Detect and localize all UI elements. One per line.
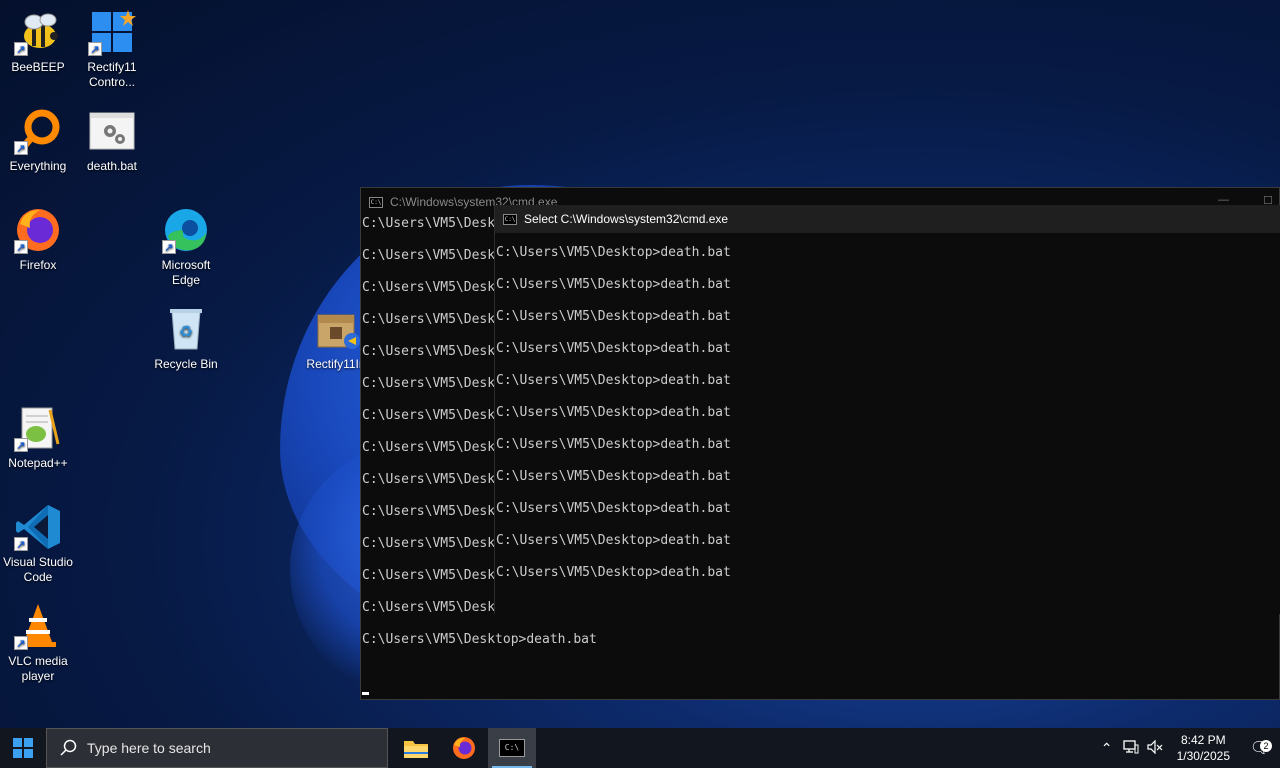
folder-icon — [404, 741, 428, 758]
console-line: C:\Users\VM5\Desktop>death.bat — [496, 469, 731, 484]
desktop-icon-label: Rectify11In — [306, 357, 366, 371]
console-line: C:\Users\VM5\Desktop>death.bat — [496, 277, 731, 292]
desktop-icon-rectify11-control[interactable]: ↗ Rectify11 Contro... — [74, 8, 150, 90]
console-cursor — [362, 692, 369, 695]
firefox-icon: ↗ — [14, 206, 62, 254]
console-line: C:\Users\VM5\Desktop>death.bat — [496, 405, 731, 420]
shortcut-arrow-icon: ↗ — [14, 537, 28, 551]
clock-date: 1/30/2025 — [1176, 749, 1230, 763]
shortcut-arrow-icon: ↗ — [14, 438, 28, 452]
desktop-icon-death-bat[interactable]: death.bat — [74, 107, 150, 174]
shortcut-arrow-icon: ↗ — [14, 240, 28, 254]
search-placeholder: Type here to search — [87, 740, 211, 756]
desktop-icon-label: death.bat — [86, 159, 138, 173]
console-line: C:\Users\VM5\Desktop>death.bat — [496, 533, 731, 548]
desktop-icon-label: Recycle Bin — [154, 357, 218, 371]
notification-count-badge: 2 — [1260, 740, 1272, 752]
console-line: C:\Users\VM5\Desktop>death.bat — [362, 632, 597, 647]
desktop-icon-vscode[interactable]: ↗ Visual Studio Code — [0, 503, 76, 585]
desktop-icon-vlc[interactable]: ↗ VLC media player — [0, 602, 76, 684]
system-tray: ⌃ 8:42 PM 1/30/2025 🗨 2 — [1095, 728, 1280, 768]
vscode-icon: ↗ — [14, 503, 62, 551]
desktop-icon-beebeep[interactable]: ↗ BeeBEEP — [0, 8, 76, 75]
clock-time: 8:42 PM — [1180, 733, 1226, 747]
vlc-cone-icon: ↗ — [14, 602, 62, 650]
bee-icon: ↗ — [14, 8, 62, 56]
desktop-icon-label: Notepad++ — [8, 456, 68, 470]
cmd-titlebar[interactable]: C:\ Select C:\Windows\system32\cmd.exe — [495, 205, 1280, 233]
taskbar-file-explorer[interactable] — [392, 728, 440, 768]
svg-text:♻: ♻ — [179, 324, 193, 341]
taskbar-firefox[interactable] — [440, 728, 488, 768]
volume-muted-icon[interactable] — [1143, 739, 1167, 757]
desktop-icon-label: Firefox — [19, 258, 57, 272]
taskbar-cmd[interactable]: C:\ — [488, 728, 536, 768]
windows-logo-icon — [13, 738, 33, 758]
console-line: C:\Users\VM5\Desktop>death.bat — [496, 245, 731, 260]
batch-file-icon — [88, 107, 136, 155]
search-icon — [60, 739, 77, 756]
shortcut-arrow-icon: ↗ — [14, 42, 28, 56]
installer-box-icon — [312, 305, 360, 353]
desktop-icon-everything[interactable]: ↗ Everything — [0, 107, 76, 174]
console-output: C:\Users\VM5\Desktop>death.bat C:\Users\V… — [495, 233, 1280, 597]
desktop-icon-label: VLC media player — [8, 654, 68, 683]
notification-center-button[interactable]: 🗨 2 — [1240, 738, 1280, 758]
chevron-up-icon[interactable]: ⌃ — [1095, 740, 1119, 757]
desktop-icon-firefox[interactable]: ↗ Firefox — [0, 206, 76, 273]
taskbar: Type here to search C:\ ⌃ 8:42 PM 1/30/2… — [0, 728, 1280, 768]
notepad-plus-plus-icon: ↗ — [14, 404, 62, 452]
cmd-window-front[interactable]: C:\ Select C:\Windows\system32\cmd.exe C… — [494, 205, 1280, 614]
desktop-icon-label: Visual Studio Code — [3, 555, 73, 584]
shortcut-arrow-icon: ↗ — [162, 240, 176, 254]
console-line: C:\Users\VM5\Desktop>death.bat — [496, 565, 731, 580]
shortcut-arrow-icon: ↗ — [14, 636, 28, 650]
cmd-icon: C:\ — [499, 739, 525, 757]
console-line: C:\Users\VM5\Desktop>death.bat — [496, 309, 731, 324]
firefox-icon — [453, 737, 475, 759]
edge-icon: ↗ — [162, 206, 210, 254]
clock[interactable]: 8:42 PM 1/30/2025 — [1167, 732, 1240, 764]
desktop-icon-label: Microsoft Edge — [161, 258, 211, 287]
network-icon[interactable] — [1119, 739, 1143, 757]
recycle-bin-icon: ♻ — [162, 305, 210, 353]
desktop-icon-label: Rectify11 Contro... — [87, 60, 137, 89]
console-line: C:\Users\VM5\Desktop>death.bat — [496, 501, 731, 516]
desktop-icon-recycle-bin[interactable]: ♻ Recycle Bin — [148, 305, 224, 372]
desktop-icon-microsoft-edge[interactable]: ↗ Microsoft Edge — [148, 206, 224, 288]
cmd-icon: C:\ — [369, 196, 383, 208]
desktop-icon-label: Everything — [9, 159, 67, 173]
desktop-icon-notepad-plus-plus[interactable]: ↗ Notepad++ — [0, 404, 76, 471]
search-box[interactable]: Type here to search — [46, 728, 388, 768]
desktop-icon-label: BeeBEEP — [11, 60, 65, 74]
console-line: C:\Users\VM5\Desktop>death.bat — [496, 373, 731, 388]
window-title: Select C:\Windows\system32\cmd.exe — [524, 212, 729, 226]
shortcut-arrow-icon: ↗ — [14, 141, 28, 155]
rectify11-control-icon: ↗ — [88, 8, 136, 56]
shortcut-arrow-icon: ↗ — [88, 42, 102, 56]
cmd-icon: C:\ — [503, 213, 517, 225]
console-line: C:\Users\VM5\Desktop>death.bat — [496, 437, 731, 452]
console-line: C:\Users\VM5\Desktop>death.bat — [496, 341, 731, 356]
search-magnifier-icon: ↗ — [14, 107, 62, 155]
start-button[interactable] — [0, 728, 46, 768]
